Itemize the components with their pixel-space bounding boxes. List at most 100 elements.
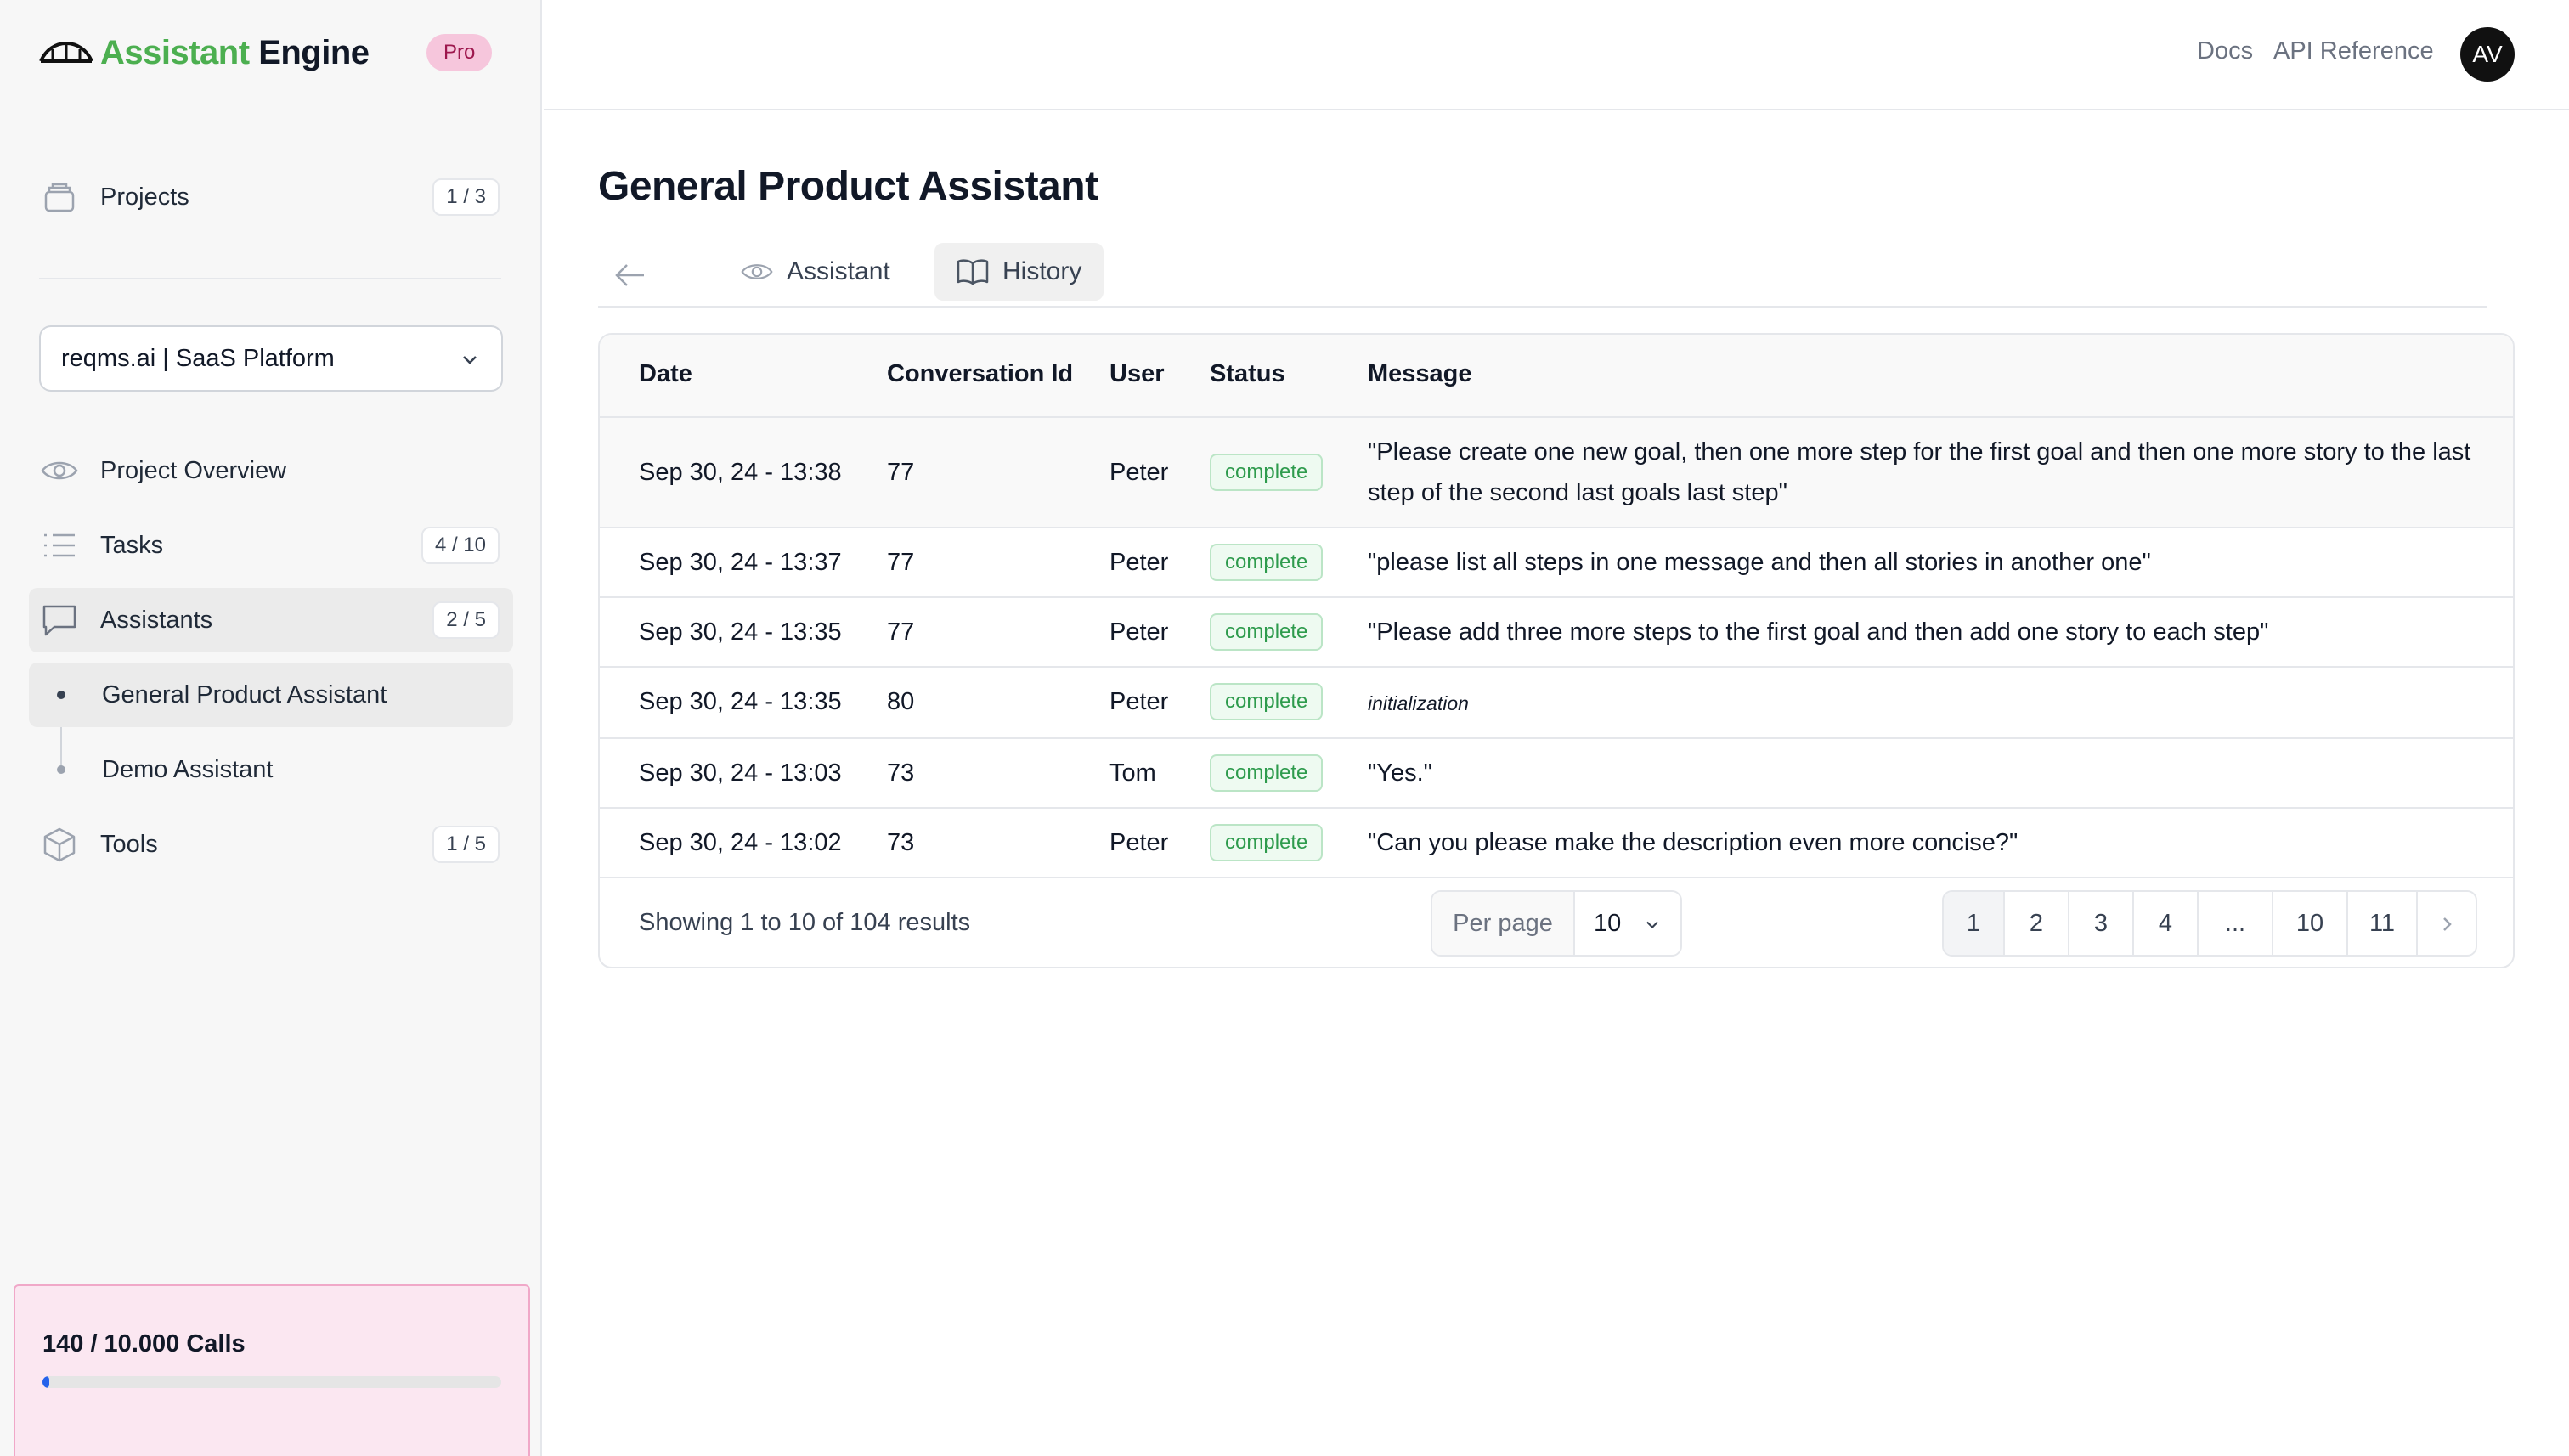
brand-name-part1: Assistant: [100, 33, 250, 71]
sidebar-item-tasks[interactable]: Tasks 4 / 10: [29, 513, 513, 578]
history-table: Date Conversation Id User Status Message…: [598, 333, 2515, 968]
page-button-10[interactable]: 10: [2273, 892, 2348, 955]
count-badge: 1 / 5: [432, 826, 500, 863]
cell-date: Sep 30, 24 - 13:02: [639, 829, 842, 856]
page-button-11[interactable]: 11: [2348, 892, 2418, 955]
cell-conversation-id: 73: [887, 759, 915, 787]
sidebar-subitem-label: Demo Assistant: [102, 755, 274, 783]
chevron-down-icon: [1646, 921, 1658, 929]
sidebar-item-label: Projects: [100, 183, 189, 211]
cell-message: "Please add three more steps to the firs…: [1368, 618, 2269, 646]
column-header-conversation-id: Conversation Id: [887, 360, 1074, 387]
usage-panel: 140 / 10.000 Calls: [14, 1284, 530, 1456]
plan-badge: Pro: [426, 34, 493, 71]
project-select[interactable]: reqms.ai | SaaS Platform: [39, 325, 503, 392]
column-header-message: Message: [1368, 360, 1472, 387]
status-badge: complete: [1210, 544, 1324, 581]
cell-user: Peter: [1109, 459, 1169, 486]
bullet-dot: [57, 691, 65, 699]
status-badge: complete: [1210, 754, 1324, 792]
cell-conversation-id: 77: [887, 549, 915, 576]
tab-history[interactable]: History: [934, 243, 1104, 301]
eye-icon: [741, 261, 773, 283]
page-button-4[interactable]: 4: [2134, 892, 2199, 955]
cell-message: "Please create one new goal, then one mo…: [1368, 438, 2471, 506]
count-badge: 2 / 5: [432, 601, 500, 639]
cell-user: Peter: [1109, 688, 1169, 715]
cell-message: initialization: [1368, 692, 1469, 714]
eye-icon: [41, 452, 78, 489]
next-page-button[interactable]: [2418, 892, 2476, 955]
project-select-value: reqms.ai | SaaS Platform: [61, 344, 335, 372]
column-header-date: Date: [639, 360, 692, 387]
sidebar-subitem-label: General Product Assistant: [102, 680, 387, 708]
cell-date: Sep 30, 24 - 13:38: [639, 459, 842, 486]
page-ellipsis: ...: [2199, 892, 2273, 955]
sidebar-item-tools[interactable]: Tools 1 / 5: [29, 812, 513, 877]
sidebar-subitem-general-product-assistant[interactable]: General Product Assistant: [29, 663, 513, 727]
per-page-select[interactable]: Per page 10: [1431, 890, 1682, 957]
page-button-1[interactable]: 1: [1944, 892, 2005, 955]
tab-assistant[interactable]: Assistant: [719, 243, 912, 301]
sidebar: Assistant Engine Pro Projects 1 / 3 reqm…: [0, 0, 542, 1456]
cell-conversation-id: 77: [887, 459, 915, 486]
cell-date: Sep 30, 24 - 13:03: [639, 759, 842, 787]
page-title: General Product Assistant: [598, 164, 1098, 209]
brand-logo[interactable]: Assistant Engine: [39, 29, 370, 76]
sidebar-item-label: Tasks: [100, 531, 164, 559]
tab-bar: Assistant History: [598, 243, 2487, 308]
bridge-logo-icon: [39, 42, 93, 63]
usage-progress-fill: [42, 1376, 50, 1388]
chevron-down-icon: [463, 356, 477, 364]
table-row[interactable]: Sep 30, 24 - 13:35 80 Peter complete ini…: [600, 668, 2513, 739]
sidebar-item-assistants[interactable]: Assistants 2 / 5: [29, 588, 513, 652]
cube-icon: [41, 826, 78, 863]
cell-date: Sep 30, 24 - 13:35: [639, 688, 842, 715]
top-bar: Docs API Reference AV: [544, 0, 2569, 110]
cell-user: Tom: [1109, 759, 1156, 787]
per-page-label: Per page: [1432, 892, 1575, 955]
page-button-3[interactable]: 3: [2069, 892, 2134, 955]
chat-bubble-icon: [41, 601, 78, 639]
count-badge: 4 / 10: [421, 527, 500, 564]
status-badge: complete: [1210, 613, 1324, 651]
per-page-value-text: 10: [1594, 910, 1622, 937]
arrow-left-icon[interactable]: [613, 260, 647, 291]
cell-user: Peter: [1109, 829, 1169, 856]
cell-user: Peter: [1109, 618, 1169, 646]
table-row[interactable]: Sep 30, 24 - 13:38 77 Peter complete "Pl…: [600, 418, 2513, 528]
sidebar-item-project-overview[interactable]: Project Overview: [29, 438, 513, 503]
api-reference-link[interactable]: API Reference: [2273, 37, 2434, 65]
table-row[interactable]: Sep 30, 24 - 13:03 73 Tom complete "Yes.…: [600, 739, 2513, 809]
per-page-value[interactable]: 10: [1575, 892, 1680, 955]
sidebar-item-label: Tools: [100, 830, 158, 858]
table-footer: Showing 1 to 10 of 104 results Per page …: [600, 878, 2513, 967]
results-summary: Showing 1 to 10 of 104 results: [639, 909, 971, 936]
chevron-right-icon: [2443, 917, 2452, 932]
cell-conversation-id: 77: [887, 618, 915, 646]
table-row[interactable]: Sep 30, 24 - 13:37 77 Peter complete "pl…: [600, 528, 2513, 598]
column-header-status: Status: [1210, 360, 1285, 387]
tab-label: History: [1002, 257, 1082, 285]
cell-user: Peter: [1109, 549, 1169, 576]
cell-date: Sep 30, 24 - 13:37: [639, 549, 842, 576]
bullet-dot: [57, 765, 65, 774]
status-badge: complete: [1210, 454, 1324, 491]
list-icon: [41, 527, 78, 564]
usage-progress-bar: [42, 1376, 501, 1388]
sidebar-subitem-demo-assistant[interactable]: Demo Assistant: [29, 737, 513, 802]
sidebar-item-label: Project Overview: [100, 456, 287, 484]
table-row[interactable]: Sep 30, 24 - 13:35 77 Peter complete "Pl…: [600, 598, 2513, 668]
brand-name-part2: Engine: [258, 33, 370, 71]
sidebar-item-projects[interactable]: Projects 1 / 3: [29, 165, 513, 229]
count-badge: 1 / 3: [432, 178, 500, 216]
tab-label: Assistant: [787, 257, 890, 285]
cell-message: "Can you please make the description eve…: [1368, 829, 2019, 856]
usage-label: 140 / 10.000 Calls: [42, 1330, 246, 1357]
page-button-2[interactable]: 2: [2005, 892, 2069, 955]
cell-conversation-id: 80: [887, 688, 915, 715]
table-row[interactable]: Sep 30, 24 - 13:02 73 Peter complete "Ca…: [600, 809, 2513, 878]
docs-link[interactable]: Docs: [2197, 37, 2253, 65]
status-badge: complete: [1210, 824, 1324, 861]
avatar[interactable]: AV: [2460, 27, 2515, 82]
